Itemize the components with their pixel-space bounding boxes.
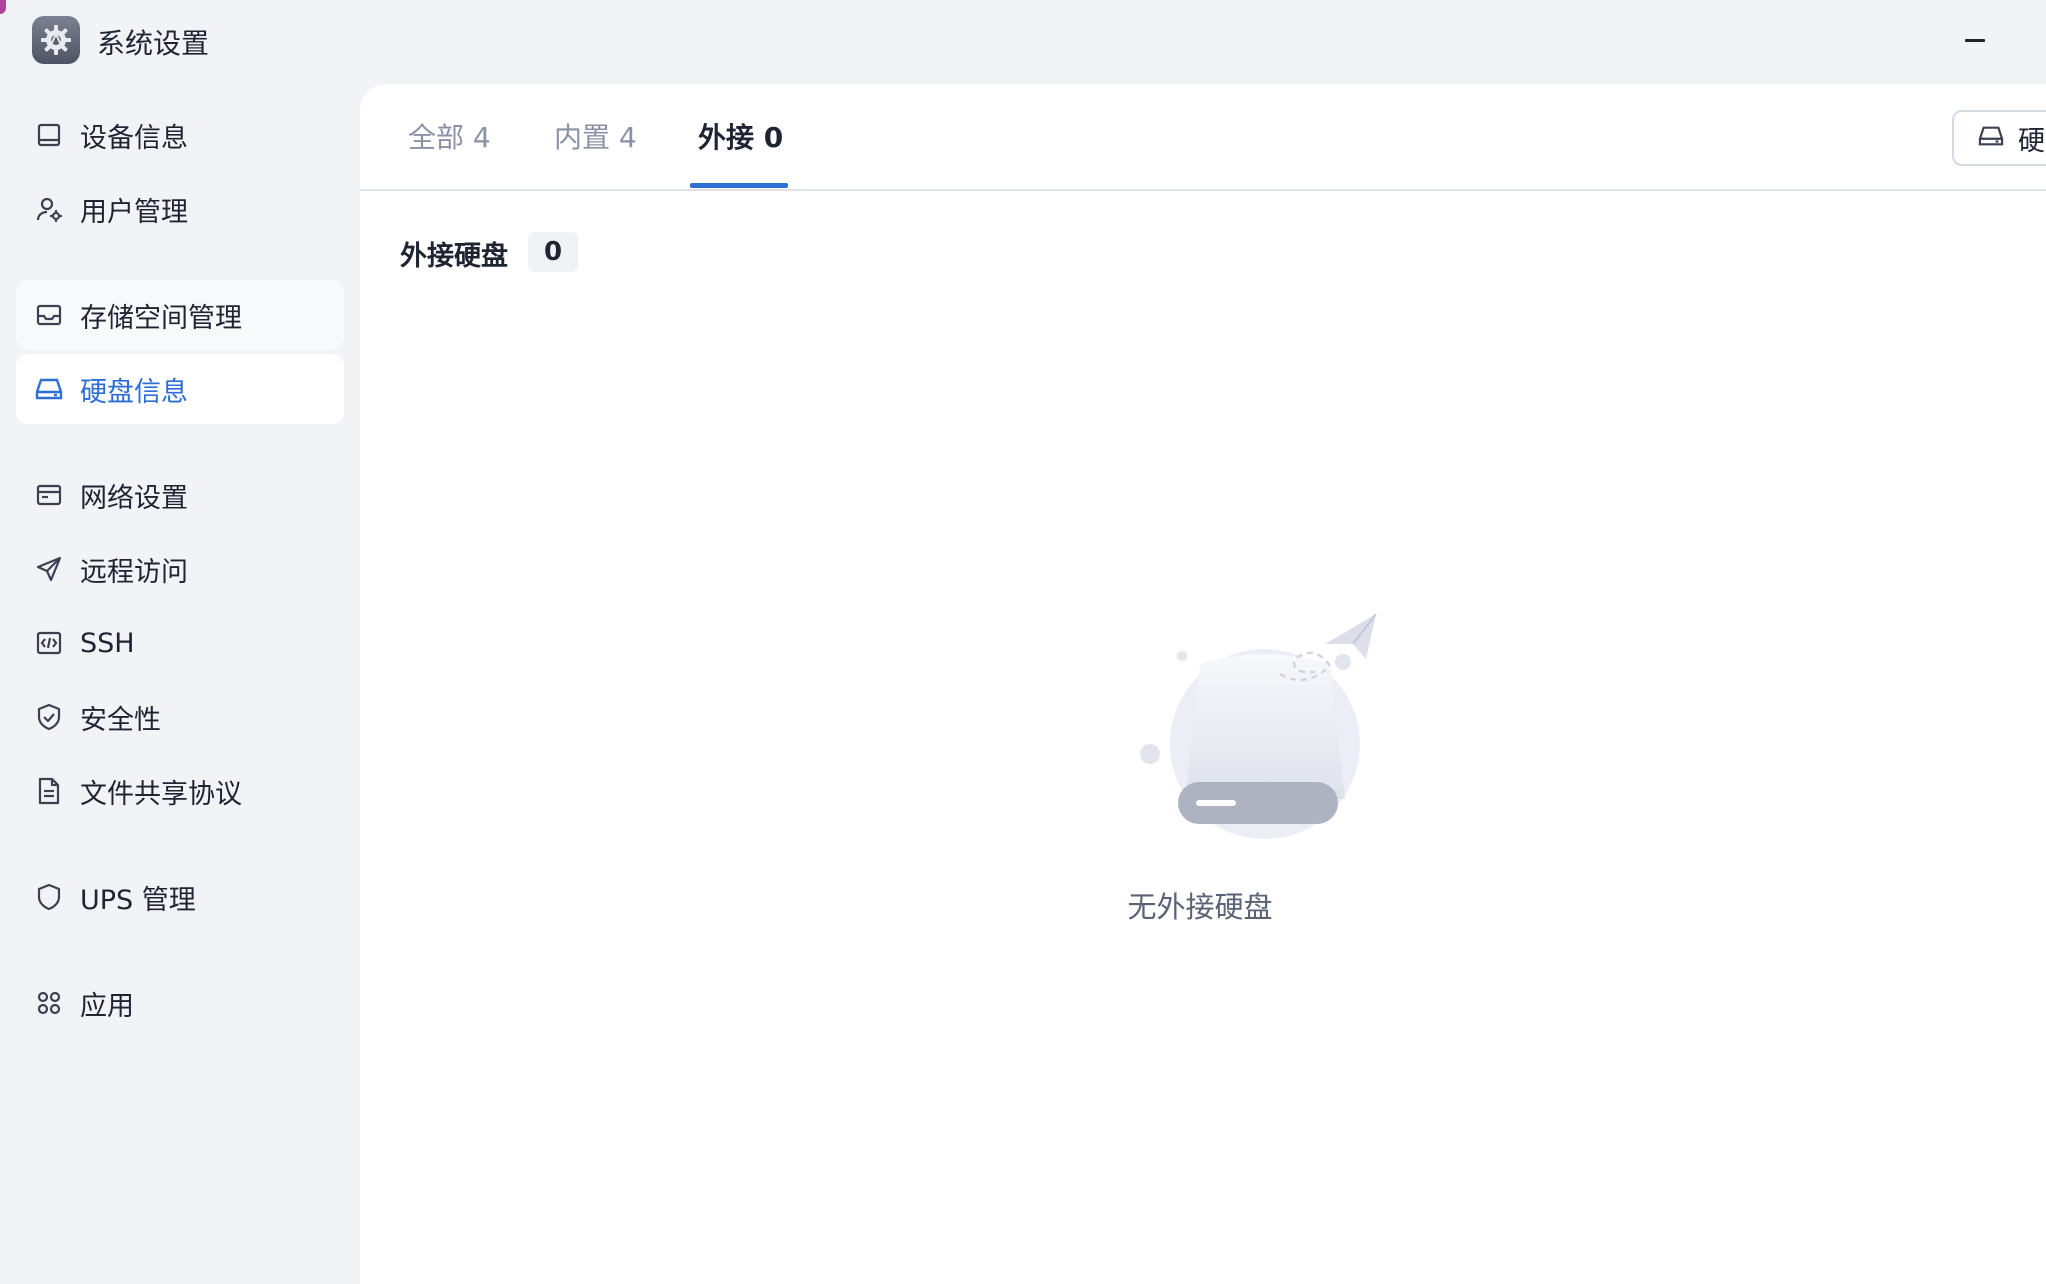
active-tab-indicator <box>690 183 788 188</box>
sidebar-item-label: 远程访问 <box>80 556 188 588</box>
sidebar-item-ssh[interactable]: SSH <box>16 608 344 678</box>
sidebar-item-file-sharing[interactable]: 文件共享协议 <box>16 756 344 826</box>
code-icon <box>34 628 64 658</box>
document-icon <box>34 776 64 806</box>
sidebar-item-apps[interactable]: 应用 <box>16 968 344 1038</box>
title-bar: 系统设置 <box>0 0 2046 80</box>
sidebar-item-label: SSH <box>80 627 135 659</box>
section-title: 外接硬盘 <box>400 241 508 272</box>
shield-icon <box>34 882 64 912</box>
minimize-icon <box>1965 38 1985 42</box>
network-icon <box>34 480 64 510</box>
tab-all[interactable]: 全部 4 <box>408 116 491 156</box>
sidebar-item-label: 文件共享协议 <box>80 778 242 810</box>
sidebar-item-remote-access[interactable]: 远程访问 <box>16 534 344 604</box>
sidebar-item-network[interactable]: 网络设置 <box>16 460 344 530</box>
device-info-icon <box>34 120 64 150</box>
sidebar-item-users[interactable]: 用户管理 <box>16 174 344 244</box>
sidebar-item-label: 用户管理 <box>80 196 188 228</box>
paper-plane-icon <box>34 554 64 584</box>
sidebar-item-label: 设备信息 <box>80 122 188 154</box>
disk-button-label: 硬 <box>2018 125 2045 157</box>
gear-icon <box>32 16 80 64</box>
user-settings-icon <box>34 194 64 224</box>
tab-internal[interactable]: 内置 4 <box>554 116 637 156</box>
sidebar-item-device-info[interactable]: 设备信息 <box>16 100 344 170</box>
empty-state-message: 无外接硬盘 <box>1127 890 1273 924</box>
main-panel: 全部 4 内置 4 外接 0 硬 外接硬盘 0 无外接硬盘 <box>360 84 2046 1284</box>
tab-external[interactable]: 外接 0 <box>698 116 783 156</box>
shield-check-icon <box>34 702 64 732</box>
sidebar-item-disk-info[interactable]: 硬盘信息 <box>16 354 344 424</box>
sidebar-item-label: 网络设置 <box>80 482 188 514</box>
sidebar-item-label: 应用 <box>80 990 134 1022</box>
sidebar-item-security[interactable]: 安全性 <box>16 682 344 752</box>
empty-disk-illustration <box>1140 613 1400 848</box>
disk-action-button[interactable]: 硬 <box>1952 110 2046 166</box>
hard-disk-icon <box>34 374 64 404</box>
sidebar-item-label: UPS 管理 <box>80 884 196 916</box>
sidebar-item-label: 存储空间管理 <box>80 302 242 334</box>
tab-bar: 全部 4 内置 4 外接 0 硬 <box>360 84 2046 191</box>
sidebar-item-ups[interactable]: UPS 管理 <box>16 862 344 932</box>
apps-icon <box>34 988 64 1018</box>
sidebar-item-label: 硬盘信息 <box>80 376 188 408</box>
storage-icon <box>34 300 64 330</box>
count-badge: 0 <box>528 232 578 272</box>
app-title: 系统设置 <box>97 27 210 60</box>
sidebar: 设备信息 用户管理 存储空间管理 硬盘信息 网络设置 远程访问 SSH 安全性 … <box>0 80 358 1266</box>
sidebar-item-storage[interactable]: 存储空间管理 <box>16 280 344 350</box>
minimize-button[interactable] <box>1955 24 1995 56</box>
hard-disk-icon <box>1978 124 2004 152</box>
sidebar-item-label: 安全性 <box>80 704 161 736</box>
